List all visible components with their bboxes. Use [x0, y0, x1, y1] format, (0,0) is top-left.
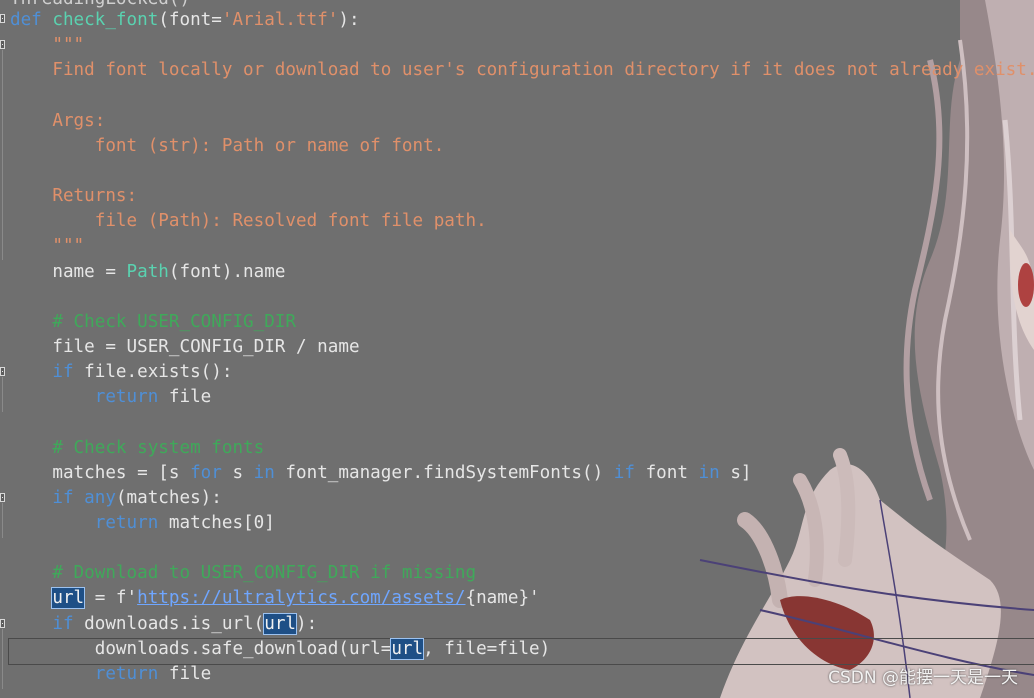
- code-line[interactable]: if any(matches):: [10, 486, 222, 511]
- code-token: (font).name: [168, 261, 286, 282]
- code-token: downloads.safe_download(url=: [10, 638, 392, 659]
- fold-icon[interactable]: [0, 493, 5, 502]
- code-token: 'Arial.ttf': [221, 10, 339, 30]
- code-token: font: [634, 462, 699, 483]
- code-token: font (str): Path or name of font.: [10, 135, 445, 156]
- code-token: if: [52, 362, 74, 383]
- code-line[interactable]: Args:: [10, 109, 105, 134]
- code-token: Path: [126, 261, 169, 282]
- code-line[interactable]: # Check USER_CONFIG_DIR: [10, 310, 296, 335]
- code-token: Find font locally or download to user's …: [10, 60, 1034, 81]
- watermark: CSDN @能摆一天是一天: [828, 668, 1018, 688]
- code-line[interactable]: return file: [10, 385, 212, 410]
- code-token: s: [221, 462, 254, 483]
- code-token: """: [10, 35, 85, 56]
- code-token: Args:: [10, 110, 106, 131]
- code-token: {name}': [465, 588, 540, 609]
- code-token: Returns:: [10, 186, 138, 207]
- fold-icon[interactable]: [0, 619, 5, 628]
- code-token: return: [94, 513, 159, 533]
- code-token: """: [10, 236, 85, 257]
- fold-icon[interactable]: [0, 14, 5, 23]
- code-token: name =: [10, 261, 127, 282]
- code-token: , file=file): [423, 638, 551, 659]
- code-token: file.exists():: [73, 362, 233, 383]
- fold-gutter: [0, 0, 8, 698]
- code-token: any: [84, 487, 116, 508]
- code-token: font_manager.findSystemFonts(): [274, 462, 614, 483]
- code-line[interactable]: matches = [s for s in font_manager.findS…: [10, 461, 752, 486]
- code-token: (matches):: [115, 487, 222, 508]
- fold-guide: [2, 50, 3, 260]
- code-line[interactable]: url = f'https://ultralytics.com/assets/{…: [10, 586, 540, 611]
- code-line[interactable]: def check_font(font='Arial.ttf'):: [10, 8, 360, 33]
- code-token: ):: [296, 613, 318, 634]
- code-token: file: [158, 387, 212, 408]
- url-link[interactable]: https://ultralytics.com/assets/: [137, 588, 465, 608]
- code-line[interactable]: if downloads.is_url(url):: [10, 612, 317, 637]
- code-token: file = USER_CONFIG_DIR / name: [10, 336, 360, 357]
- code-token: # Check system fonts: [10, 437, 265, 458]
- code-line[interactable]: file = USER_CONFIG_DIR / name: [10, 335, 360, 360]
- code-token: def: [10, 10, 53, 30]
- code-line[interactable]: return matches[0]: [10, 511, 275, 536]
- highlighted-token: url: [51, 587, 86, 610]
- highlighted-token: url: [390, 637, 425, 660]
- code-line[interactable]: return file: [10, 662, 212, 687]
- code-editor[interactable]: ThreadingLocked() def check_font(font='A…: [0, 0, 1034, 698]
- code-token: (font=: [158, 10, 222, 30]
- code-token: return: [94, 387, 159, 408]
- code-line[interactable]: name = Path(font).name: [10, 260, 285, 285]
- code-token: check_font: [52, 10, 159, 30]
- code-line[interactable]: """: [10, 234, 84, 259]
- fold-guide: [2, 503, 3, 538]
- code-token: in: [253, 462, 275, 483]
- code-token: downloads.is_url(: [73, 613, 265, 634]
- code-token: if: [52, 613, 74, 634]
- code-token: # Download to USER_CONFIG_DIR if missing: [10, 563, 477, 584]
- code-token: matches[0]: [158, 513, 275, 533]
- code-token: ):: [338, 10, 360, 30]
- code-token: matches = [s: [10, 462, 191, 483]
- code-line[interactable]: if file.exists():: [10, 360, 232, 385]
- fold-guide: [2, 377, 3, 412]
- code-token: if: [613, 462, 635, 483]
- code-token: return: [94, 663, 159, 684]
- highlighted-token: url: [263, 612, 298, 635]
- code-line[interactable]: font (str): Path or name of font.: [10, 134, 445, 159]
- code-token: = f': [84, 588, 138, 609]
- fold-icon[interactable]: [0, 40, 5, 49]
- code-line[interactable]: Returns:: [10, 184, 137, 209]
- fold-guide: [2, 629, 3, 689]
- code-line[interactable]: file (Path): Resolved font file path.: [10, 209, 487, 234]
- code-line[interactable]: Find font locally or download to user's …: [10, 58, 1034, 83]
- code-token: s]: [719, 462, 752, 483]
- code-token: # Check USER_CONFIG_DIR: [10, 311, 296, 332]
- code-line[interactable]: downloads.safe_download(url=url, file=fi…: [10, 637, 550, 662]
- code-token: if: [52, 487, 74, 508]
- code-token: in: [698, 462, 720, 483]
- code-line[interactable]: # Download to USER_CONFIG_DIR if missing: [10, 561, 476, 586]
- code-token: file (Path): Resolved font file path.: [10, 211, 487, 232]
- code-line[interactable]: # Check system fonts: [10, 436, 264, 461]
- code-line[interactable]: """: [10, 33, 84, 58]
- code-token: file: [158, 663, 212, 684]
- code-token: for: [190, 462, 222, 483]
- fold-icon[interactable]: [0, 367, 5, 376]
